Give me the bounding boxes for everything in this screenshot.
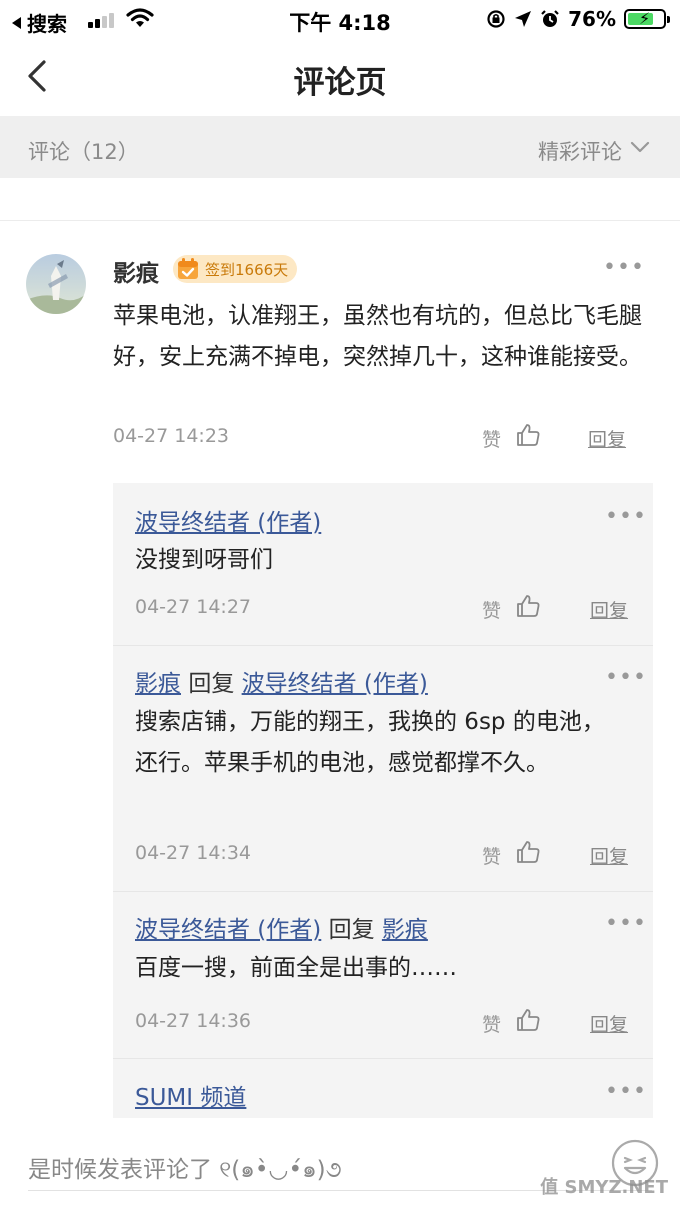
reply-text: 百度一搜，前面全是出事的……: [135, 955, 457, 981]
divider: [0, 220, 680, 221]
reply-link[interactable]: 回复: [588, 425, 626, 452]
status-bar: 搜索 下午 4:18 76% ⚡: [0, 0, 680, 38]
reply-header: 波导终结者 (作者): [135, 503, 321, 537]
reply-header: 波导终结者 (作者) 回复 影痕: [135, 910, 428, 944]
thumbs-up-icon[interactable]: [515, 1007, 541, 1033]
reply-username-link[interactable]: 波导终结者 (作者): [135, 510, 321, 536]
comment-input[interactable]: 是时候发表评论了 ୧(๑•̀◡•́๑)૭: [28, 1150, 342, 1188]
reply-time: 04-27 14:36: [135, 1010, 252, 1032]
reply-item: 波导终结者 (作者) 回复 影痕 ••• 百度一搜，前面全是出事的…… 04-2…: [113, 892, 653, 1058]
comment-username[interactable]: 影痕: [113, 254, 159, 288]
reply-time: 04-27 14:27: [135, 596, 252, 618]
reply-item: SUMI 频道 •••: [113, 1059, 653, 1123]
checkin-badge: 签到1666天: [173, 255, 297, 283]
more-icon[interactable]: •••: [605, 1079, 647, 1104]
reply-text: 搜索店铺，万能的翔王，我换的 6sp 的电池，还行。苹果手机的电池，感觉都撑不久…: [135, 709, 605, 776]
more-icon[interactable]: •••: [605, 504, 647, 529]
chevron-down-icon[interactable]: [630, 140, 650, 154]
reply-link[interactable]: 回复: [590, 1010, 628, 1037]
reply-username-link[interactable]: 影痕: [135, 671, 181, 697]
reply-text: 没搜到呀哥们: [135, 547, 273, 573]
badge-text: 签到1666天: [205, 260, 289, 279]
location-icon: [515, 11, 532, 27]
more-icon[interactable]: •••: [603, 255, 645, 280]
reply-link[interactable]: 回复: [590, 842, 628, 869]
comment-count-bar: 评论（12） 精彩评论: [0, 116, 680, 178]
thumbs-up-icon[interactable]: [515, 422, 541, 448]
reply-header: 影痕 回复 波导终结者 (作者): [135, 664, 428, 698]
reply-word: 回复: [188, 671, 235, 697]
reply-username-link[interactable]: 波导终结者 (作者): [135, 917, 321, 943]
comment-count: 评论（12）: [28, 140, 139, 164]
alarm-icon: [541, 10, 559, 27]
reply-item: 影痕 回复 波导终结者 (作者) ••• 搜索店铺，万能的翔王，我换的 6sp …: [113, 646, 653, 891]
reply-link[interactable]: 回复: [590, 596, 628, 623]
like-label[interactable]: 赞: [482, 842, 501, 869]
nav-bar: 评论页: [0, 38, 680, 116]
replies-panel: 波导终结者 (作者) ••• 没搜到呀哥们 04-27 14:27 赞 回复 影…: [113, 483, 653, 1123]
comment-text: 苹果电池，认准翔王，虽然也有坑的，但总比飞毛腿好，安上充满不掉电，突然掉几十，这…: [113, 303, 642, 370]
reply-header: SUMI 频道: [135, 1078, 246, 1112]
page-title: 评论页: [293, 65, 387, 101]
more-icon[interactable]: •••: [605, 665, 647, 690]
avatar[interactable]: [26, 254, 86, 314]
calendar-check-icon: [178, 258, 198, 279]
reply-to-link[interactable]: 波导终结者 (作者): [242, 671, 428, 697]
reply-username-link[interactable]: SUMI 频道: [135, 1085, 246, 1111]
reply-item: 波导终结者 (作者) ••• 没搜到呀哥们 04-27 14:27 赞 回复: [113, 483, 653, 645]
reply-to-link[interactable]: 影痕: [382, 917, 428, 943]
battery-percent: 76%: [568, 7, 616, 31]
sort-dropdown[interactable]: 精彩评论: [538, 136, 622, 166]
thumbs-up-icon[interactable]: [515, 593, 541, 619]
battery-icon: ⚡: [624, 9, 670, 29]
reply-time: 04-27 14:34: [135, 842, 252, 864]
reply-word: 回复: [328, 917, 375, 943]
like-label[interactable]: 赞: [482, 596, 501, 623]
like-label[interactable]: 赞: [482, 425, 501, 452]
thumbs-up-icon[interactable]: [515, 839, 541, 865]
watermark: 值 SMYZ.NET: [540, 1177, 668, 1198]
more-icon[interactable]: •••: [605, 911, 647, 936]
like-label[interactable]: 赞: [482, 1010, 501, 1037]
comment-time: 04-27 14:23: [113, 425, 230, 447]
rotation-lock-icon: [487, 10, 505, 28]
